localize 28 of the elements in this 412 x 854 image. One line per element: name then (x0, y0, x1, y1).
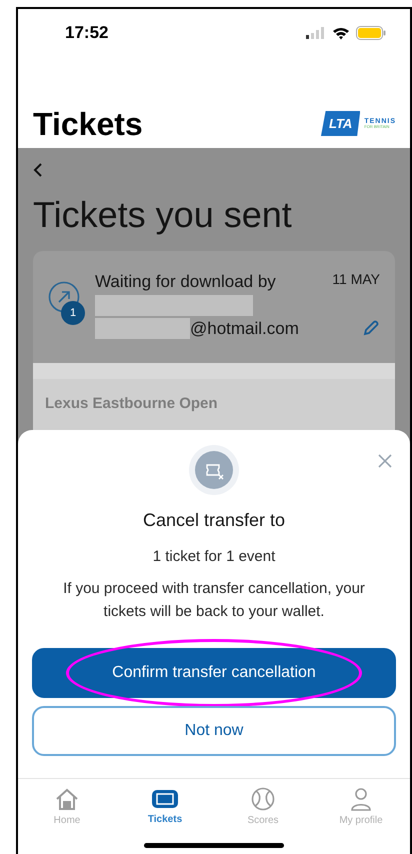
ticket-cancel-icon (189, 445, 239, 495)
home-icon (54, 787, 80, 811)
tab-bar-item[interactable]: Tickets (116, 779, 214, 836)
recipient-email: @hotmail.com (190, 318, 299, 340)
dismiss-button[interactable]: Not now (32, 706, 396, 756)
person-icon (350, 787, 372, 811)
sheet-title: Cancel transfer to (142, 509, 286, 532)
status-time: 17:52 (65, 22, 108, 44)
page-header-title: Tickets (33, 108, 143, 140)
tab-bar-item[interactable]: Scores (214, 779, 312, 836)
back-icon[interactable] (33, 162, 43, 178)
tab-bar-item[interactable]: My profile (312, 779, 410, 836)
pencil-icon[interactable] (362, 319, 380, 338)
event-name: Lexus Eastbourne Open (45, 394, 219, 414)
count-badge: 1 (61, 301, 85, 325)
close-icon[interactable] (378, 454, 392, 468)
sheet-message: If you proceed with transfer cancellation, your tickets will be back to your wallet. (62, 578, 366, 622)
wifi-icon (332, 26, 350, 40)
ticket-icon (151, 788, 179, 810)
transfer-date: 11 MAY (332, 270, 380, 289)
confirm-button[interactable]: Confirm transfer cancellation (32, 648, 396, 698)
battery-icon (356, 26, 386, 40)
sheet-summary: 1 ticket for 1 event (152, 547, 276, 567)
page-title: Tickets you sent (33, 193, 293, 237)
signal-icon (306, 27, 326, 39)
tennis-ball-icon (251, 787, 275, 811)
transfer-status: Waiting for download by (95, 271, 276, 293)
tab-bar-item[interactable]: Home (18, 779, 116, 836)
